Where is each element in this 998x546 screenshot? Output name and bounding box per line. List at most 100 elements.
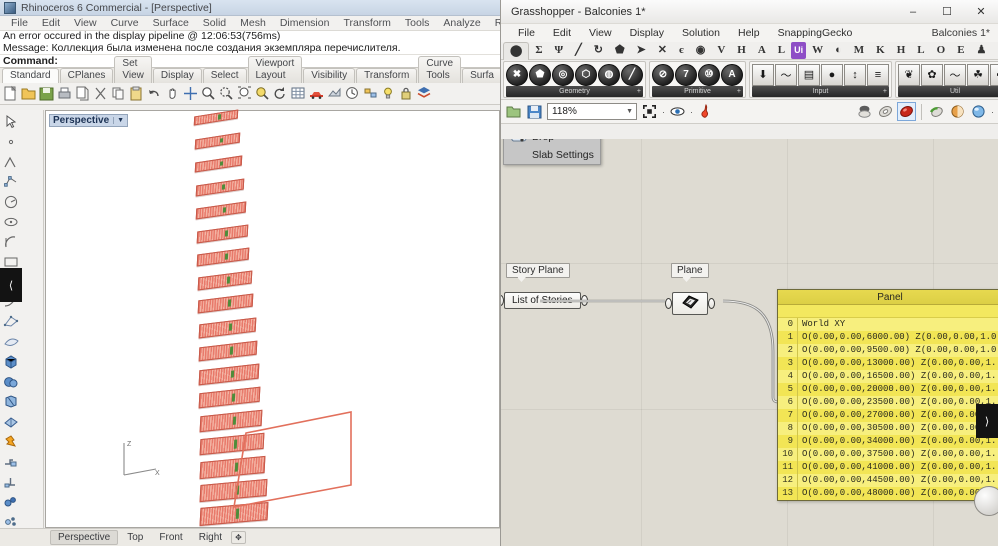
- add-viewport-tab-icon[interactable]: ✥: [231, 531, 246, 544]
- button-component[interactable]: ⬇: [752, 64, 774, 86]
- value-list-component[interactable]: ≡: [867, 64, 889, 86]
- eye-icon[interactable]: [669, 103, 686, 120]
- viewport-tab-right[interactable]: Right: [192, 531, 229, 544]
- zoom-icon[interactable]: [200, 85, 217, 102]
- chevron-down-icon[interactable]: ▼: [626, 108, 633, 115]
- list-of-stories-param[interactable]: List of Stories: [501, 292, 588, 309]
- rhino-menu-tools[interactable]: Tools: [398, 16, 437, 31]
- light-icon[interactable]: [380, 85, 397, 102]
- grasshopper-component-tabs[interactable]: ⬤ΣΨ╱↻⬟➤✕є◉VHALUiW◐MKHLOE♟: [501, 42, 998, 60]
- rhino-toolbar-tabs[interactable]: StandardCPlanesSet ViewDisplaySelectView…: [0, 68, 500, 83]
- brep-component[interactable]: ⬟: [529, 64, 551, 86]
- extra-tab[interactable]: ♟: [971, 42, 993, 59]
- rhino-menu-surface[interactable]: Surface: [146, 16, 196, 31]
- point-icon[interactable]: [2, 133, 22, 153]
- o-tab[interactable]: O: [931, 42, 952, 59]
- boolean-component[interactable]: ⊘: [652, 64, 674, 86]
- rhino-panel-collapse-arrow[interactable]: ⟨: [0, 268, 22, 302]
- group-component[interactable]: ❦: [898, 64, 920, 86]
- sets-tab[interactable]: Ψ: [549, 42, 570, 59]
- gh-menu-solution[interactable]: Solution: [673, 24, 729, 42]
- panel-rows[interactable]: 0World XY1O(0.00,0.00,6000.00) Z(0.00,0.…: [778, 318, 998, 500]
- sketch-icon[interactable]: [928, 103, 945, 120]
- rhino-menu-mesh[interactable]: Mesh: [233, 16, 273, 31]
- gh-menu-file[interactable]: File: [509, 24, 544, 42]
- maths-tab[interactable]: Σ: [529, 42, 548, 59]
- rhino-menu-analyze[interactable]: Analyze: [436, 16, 487, 31]
- input-port[interactable]: [665, 298, 672, 309]
- open-folder-icon[interactable]: [505, 103, 522, 120]
- gh-menu-edit[interactable]: Edit: [544, 24, 580, 42]
- h-tab[interactable]: H: [731, 42, 752, 59]
- viewport-tab-bar[interactable]: PerspectiveTopFrontRight✥: [0, 528, 500, 546]
- preview-shade-icon[interactable]: [949, 103, 966, 120]
- chevron-down-icon[interactable]: ▼: [113, 117, 124, 124]
- mesh-icon[interactable]: [2, 413, 22, 433]
- a-tab[interactable]: A: [752, 42, 772, 59]
- vector-tab[interactable]: ╱: [569, 42, 588, 59]
- l-tab[interactable]: L: [772, 42, 791, 59]
- zoom-window-icon[interactable]: [218, 85, 235, 102]
- weaverbird-tab[interactable]: ◐: [829, 42, 848, 59]
- grasshopper-menu-bar[interactable]: FileEditViewDisplaySolutionHelpSnappingG…: [501, 24, 998, 42]
- canvas-toolbar[interactable]: 118% ▼ · ·: [501, 100, 998, 124]
- copy-icon[interactable]: [110, 85, 127, 102]
- zoom-extents-icon[interactable]: [641, 103, 658, 120]
- e-tab[interactable]: E: [951, 42, 970, 59]
- lock-icon[interactable]: [398, 85, 415, 102]
- ellipse-icon[interactable]: [2, 213, 22, 233]
- preview-shaded-icon[interactable]: [877, 103, 894, 120]
- grasshopper-ribbon[interactable]: ✖⬟◎⬡◍╱Geometry+⊘7⑩APrimitive+⬇〜▤●↕≡Input…: [501, 60, 998, 100]
- window-buttons[interactable]: – ☐ ✕: [896, 0, 998, 24]
- new-file-icon[interactable]: [2, 85, 19, 102]
- rhino-menu-render[interactable]: Render: [488, 16, 500, 31]
- gh-menu-display[interactable]: Display: [621, 24, 673, 42]
- paste-icon[interactable]: [128, 85, 145, 102]
- knob-component[interactable]: ●: [821, 64, 843, 86]
- rhino-toolbar-tab-viewport-layout[interactable]: Viewport Layout: [248, 56, 303, 83]
- print-icon[interactable]: [56, 85, 73, 102]
- rhino-toolbar-tab-standard[interactable]: Standard: [2, 68, 59, 83]
- rhino-menu-transform[interactable]: Transform: [336, 16, 397, 31]
- join-icon[interactable]: [2, 473, 22, 493]
- polyline-icon[interactable]: [2, 153, 22, 173]
- clock-icon[interactable]: [344, 85, 361, 102]
- rhino-menu-view[interactable]: View: [67, 16, 104, 31]
- cut-icon[interactable]: [92, 85, 109, 102]
- panel-component[interactable]: Panel 0World XY1O(0.00,0.00,6000.00) Z(0…: [777, 289, 998, 501]
- cherry-component[interactable]: ✿: [921, 64, 943, 86]
- rhino-toolbar-tab-transform[interactable]: Transform: [356, 68, 417, 83]
- v-tab[interactable]: V: [711, 42, 731, 59]
- car-icon[interactable]: [308, 85, 325, 102]
- solid-edit-icon[interactable]: [2, 453, 22, 473]
- rhino-toolbar-tab-curve-tools[interactable]: Curve Tools: [418, 56, 461, 83]
- intersect-tab[interactable]: ✕: [652, 42, 673, 59]
- boolean-icon[interactable]: [2, 393, 22, 413]
- surface-component[interactable]: ◍: [598, 64, 620, 86]
- rhino-toolbar-tab-display[interactable]: Display: [153, 68, 202, 83]
- viewport-tab-front[interactable]: Front: [152, 531, 189, 544]
- rhino-standard-toolbar[interactable]: [0, 83, 500, 105]
- sweep-icon[interactable]: [2, 333, 22, 353]
- preview-mesh-icon[interactable]: [898, 103, 915, 120]
- plane-param[interactable]: [665, 292, 715, 315]
- grasshopper-panel-expand-arrow[interactable]: ⟩: [976, 404, 998, 438]
- grasshopper-canvas[interactable]: Story Plane List of Stories Plane: [501, 139, 998, 546]
- zoom-level-select[interactable]: 118% ▼: [547, 103, 637, 120]
- viewport-tab-top[interactable]: Top: [120, 531, 150, 544]
- gradient-component[interactable]: ↕: [844, 64, 866, 86]
- ribbon-group-expand-icon[interactable]: +: [883, 88, 887, 95]
- arc-icon[interactable]: [2, 233, 22, 253]
- context-menu-item-brep[interactable]: Brep: [504, 139, 600, 146]
- preview-off-icon[interactable]: [856, 103, 873, 120]
- rhino-menu-dimension[interactable]: Dimension: [273, 16, 337, 31]
- curve-component[interactable]: ╱: [621, 64, 643, 86]
- gh-menu-snappinggecko[interactable]: SnappingGecko: [769, 24, 862, 42]
- transform-tab[interactable]: є: [673, 42, 690, 59]
- layers-icon[interactable]: [416, 85, 433, 102]
- close-icon[interactable]: ✕: [964, 0, 998, 24]
- explode-icon[interactable]: [2, 433, 22, 453]
- rhino-toolbar-tab-select[interactable]: Select: [203, 68, 247, 83]
- sphere-icon[interactable]: [2, 373, 22, 393]
- rhino-menu-file[interactable]: File: [4, 16, 35, 31]
